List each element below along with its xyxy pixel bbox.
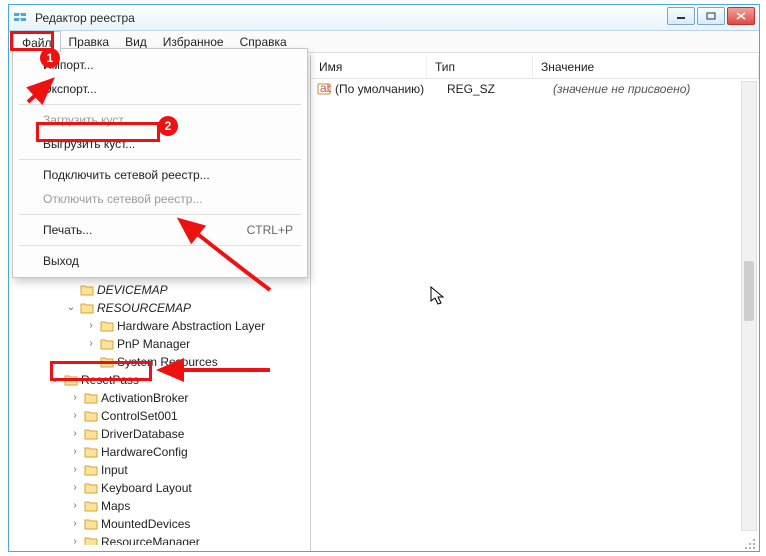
menu-print-label: Печать... [43, 223, 92, 237]
tree-collapse-icon[interactable]: › [69, 483, 81, 493]
menu-exit[interactable]: Выход [13, 249, 307, 273]
folder-icon [100, 320, 114, 332]
close-button[interactable] [727, 7, 755, 25]
list-pane[interactable]: Имя Тип Значение ab (По умолчанию) REG_S… [311, 55, 759, 551]
tree-collapse-icon[interactable]: › [69, 429, 81, 439]
tree-row[interactable]: › Keyboard Layout [13, 479, 306, 497]
tree-label: PnP Manager [117, 337, 190, 351]
folder-icon [84, 482, 98, 494]
menu-import[interactable]: Импорт... [13, 53, 307, 77]
window-title: Редактор реестра [35, 11, 135, 25]
menu-print-shortcut: CTRL+P [247, 223, 293, 237]
tree-row[interactable]: › Hardware Abstraction Layer [13, 317, 306, 335]
folder-icon [84, 428, 98, 440]
row-value: (значение не присвоено) [553, 82, 753, 96]
tree-label: HardwareConfig [101, 445, 188, 459]
tree-expand-icon[interactable]: ⌄ [65, 303, 77, 313]
tree-label: Maps [101, 499, 130, 513]
tree-expand-icon[interactable]: ⌄ [49, 375, 61, 385]
folder-icon [100, 338, 114, 350]
row-name: (По умолчанию) [335, 82, 447, 96]
tree-collapse-icon[interactable]: › [69, 519, 81, 529]
vertical-scrollbar[interactable] [741, 81, 757, 531]
tree-collapse-icon[interactable]: › [85, 339, 97, 349]
menu-load-hive: Загрузить куст... [13, 108, 307, 132]
tree-label: ControlSet001 [101, 409, 178, 423]
minimize-button[interactable] [667, 7, 695, 25]
tree-row[interactable]: ⌄ RESOURCEMAP [13, 299, 306, 317]
registry-tree[interactable]: DESCRIPTIONDEVICEMAP⌄RESOURCEMAP›Hardwar… [13, 263, 306, 545]
folder-icon [84, 446, 98, 458]
col-name[interactable]: Имя [311, 56, 427, 78]
col-value[interactable]: Значение [533, 56, 759, 78]
tree-label: MountedDevices [101, 517, 190, 531]
tree-row[interactable]: › Maps [13, 497, 306, 515]
menu-print[interactable]: Печать... CTRL+P [13, 218, 307, 242]
tree-row[interactable]: › HardwareConfig [13, 443, 306, 461]
folder-icon [100, 356, 114, 368]
menu-unload-hive[interactable]: Выгрузить куст... [13, 132, 307, 156]
tree-collapse-icon[interactable]: › [69, 411, 81, 421]
menu-separator [19, 245, 301, 246]
menu-separator [19, 159, 301, 160]
maximize-button[interactable] [697, 7, 725, 25]
tree-label: DriverDatabase [101, 427, 184, 441]
tree-collapse-icon[interactable]: › [69, 537, 81, 545]
tree-label: System Resources [117, 355, 218, 369]
folder-icon [84, 518, 98, 530]
folder-icon [84, 464, 98, 476]
scrollbar-thumb[interactable] [744, 261, 754, 321]
row-type: REG_SZ [447, 82, 553, 96]
tree-row[interactable]: › ResourceManager [13, 533, 306, 545]
tree-label: DEVICEMAP [97, 283, 168, 297]
tree-label: ResetPass [81, 373, 139, 387]
menu-connect-network[interactable]: Подключить сетевой реестр... [13, 163, 307, 187]
tree-label: Input [101, 463, 128, 477]
folder-icon [84, 500, 98, 512]
tree-label: Keyboard Layout [101, 481, 192, 495]
tree-row[interactable]: ⌄ ResetPass [13, 371, 306, 389]
tree-row[interactable]: System Resources [13, 353, 306, 371]
tree-row[interactable]: DEVICEMAP [13, 281, 306, 299]
folder-icon [84, 410, 98, 422]
folder-icon [84, 536, 98, 545]
menu-export[interactable]: Экспорт... [13, 77, 307, 101]
tree-label: ResourceManager [101, 535, 200, 545]
tree-row[interactable]: › Input [13, 461, 306, 479]
tree-row[interactable]: › DriverDatabase [13, 425, 306, 443]
tree-collapse-icon[interactable]: › [69, 447, 81, 457]
folder-icon [80, 284, 94, 296]
tree-row[interactable]: › ControlSet001 [13, 407, 306, 425]
svg-text:ab: ab [320, 82, 331, 95]
folder-icon [80, 302, 94, 314]
tree-collapse-icon[interactable]: › [69, 501, 81, 511]
folder-icon [84, 392, 98, 404]
menu-file[interactable]: Файл [13, 31, 61, 52]
tree-collapse-icon[interactable]: › [69, 465, 81, 475]
tree-label: Hardware Abstraction Layer [117, 319, 265, 333]
menu-disconnect-network: Отключить сетевой реестр... [13, 187, 307, 211]
tree-label: ActivationBroker [101, 391, 188, 405]
tree-row[interactable]: › MountedDevices [13, 515, 306, 533]
list-row[interactable]: ab (По умолчанию) REG_SZ (значение не пр… [311, 79, 759, 99]
file-menu-dropdown: Импорт... Экспорт... Загрузить куст... В… [12, 48, 308, 278]
titlebar[interactable]: Редактор реестра [9, 5, 759, 31]
tree-label: RESOURCEMAP [97, 301, 191, 315]
col-type[interactable]: Тип [427, 56, 533, 78]
list-header: Имя Тип Значение [311, 55, 759, 79]
window-controls [667, 7, 755, 25]
folder-icon [64, 374, 78, 386]
tree-collapse-icon[interactable]: › [69, 393, 81, 403]
tree-collapse-icon[interactable]: › [85, 321, 97, 331]
tree-row[interactable]: › PnP Manager [13, 335, 306, 353]
string-value-icon: ab [317, 82, 331, 96]
app-icon [13, 10, 29, 26]
tree-row[interactable]: › ActivationBroker [13, 389, 306, 407]
menu-separator [19, 104, 301, 105]
menu-separator [19, 214, 301, 215]
